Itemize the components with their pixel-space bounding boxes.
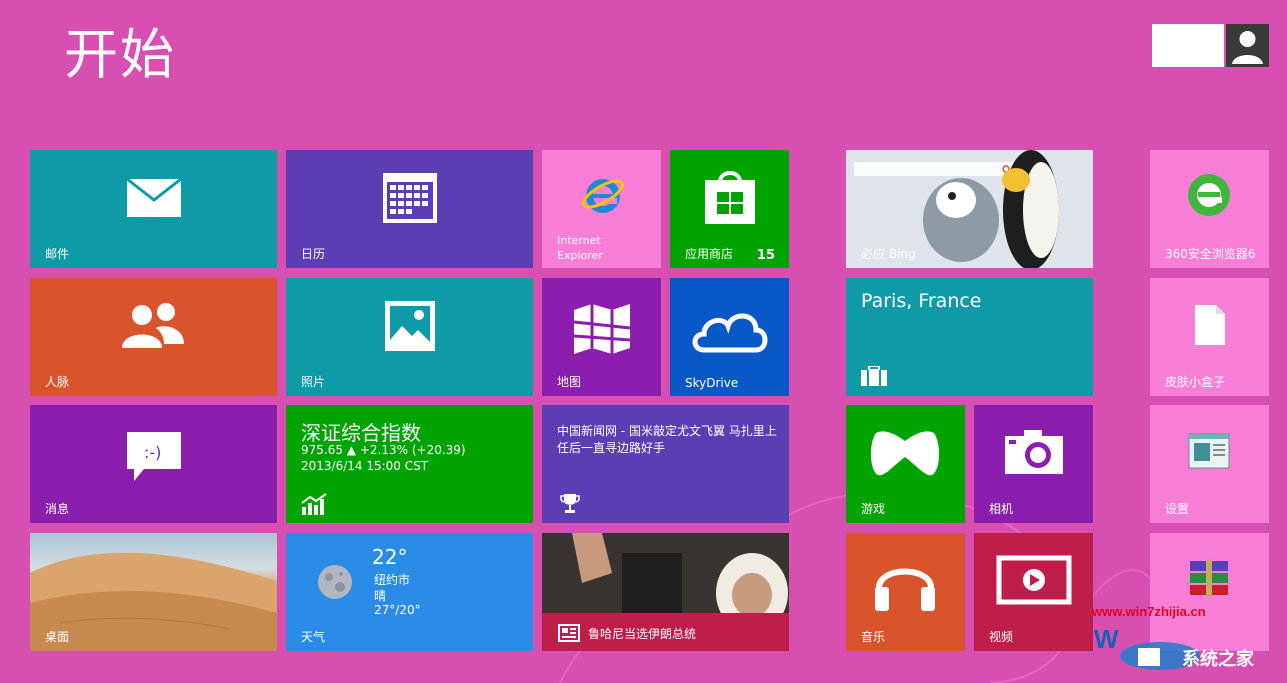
tile-news[interactable]: 中国新闻网 - 国米敲定尤文飞翼 马扎里上任后一直寻边路好手 [542, 405, 789, 523]
tile-label: 游戏 [861, 502, 886, 516]
tile-label: Internet Explorer [557, 234, 603, 262]
store-badge: 15 [756, 248, 775, 263]
moon-icon [318, 565, 352, 599]
maps-icon [573, 304, 631, 354]
people-icon [122, 303, 184, 348]
tile-video[interactable]: 视频 [974, 533, 1093, 651]
tile-label: 必应 Bing [861, 247, 916, 261]
camera-icon [1005, 430, 1063, 474]
tile-label: 地图 [557, 375, 582, 389]
finance-value: 975.65 ▲ +2.13% (+20.39) [301, 443, 466, 457]
tile-games[interactable]: 游戏 [846, 405, 965, 523]
message-icon: :-) [127, 432, 181, 481]
weather-condition: 晴 [374, 589, 387, 603]
settings-window-icon [1188, 433, 1230, 469]
finance-timestamp: 2013/6/14 15:00 CST [301, 459, 429, 473]
tile-news-photo[interactable]: 鲁哈尼当选伊朗总统 [542, 533, 789, 651]
tile-label: 应用商店 [685, 247, 734, 261]
tile-label: 设置 [1165, 502, 1190, 516]
store-icon [705, 171, 755, 224]
tile-label: 相机 [989, 502, 1014, 516]
news-headline: 中国新闻网 - 国米敲定尤文飞翼 马扎里上任后一直寻边路好手 [557, 424, 777, 455]
weather-city: 纽约市 [374, 573, 411, 587]
tile-music[interactable]: 音乐 [846, 533, 965, 651]
tile-desktop[interactable]: 桌面 [30, 533, 277, 651]
tile-label: 邮件 [45, 247, 70, 261]
mail-icon [126, 178, 182, 217]
video-icon [996, 555, 1072, 605]
tile-store[interactable]: 应用商店 15 [670, 150, 789, 268]
tile-label: 消息 [45, 502, 70, 516]
watermark-url: www.win7zhijia.cn [1092, 604, 1206, 619]
file-icon [1195, 305, 1225, 345]
user-avatar[interactable] [1226, 24, 1269, 67]
newspaper-icon [558, 624, 580, 642]
tile-camera[interactable]: 相机 [974, 405, 1093, 523]
travel-city: Paris, France [861, 290, 982, 312]
tile-weather[interactable]: 22° 纽约市 晴 27°/20° 天气 [286, 533, 533, 651]
tile-bing[interactable]: 必应 Bing [846, 150, 1093, 268]
trophy-icon [560, 494, 580, 513]
tile-label: 视频 [989, 630, 1014, 644]
news-photo-caption: 鲁哈尼当选伊朗总统 [588, 627, 697, 641]
weather-range: 27°/20° [374, 603, 421, 617]
photos-icon [385, 301, 435, 351]
start-title: 开始 [64, 23, 176, 86]
tile-finance[interactable]: 深证综合指数 975.65 ▲ +2.13% (+20.39) 2013/6/1… [286, 405, 533, 523]
tile-calendar[interactable]: 日历 [286, 150, 533, 268]
headphones-icon [875, 568, 935, 611]
tile-label: 桌面 [45, 630, 70, 644]
finance-chart-icon [301, 493, 327, 515]
tile-label: 照片 [301, 375, 326, 389]
tile-label: 日历 [301, 247, 326, 261]
tile-label: 人脉 [45, 375, 70, 389]
tile-360-browser[interactable]: 360安全浏览器6 [1150, 150, 1269, 268]
svg-text::-): :-) [144, 443, 161, 462]
xbox-icon [870, 431, 940, 476]
user-name-box[interactable] [1152, 24, 1224, 67]
finance-index-name: 深证综合指数 [301, 421, 421, 445]
internet-explorer-icon [582, 179, 624, 213]
tile-label: 360安全浏览器6 [1165, 247, 1256, 261]
svg-text:W: W [1094, 624, 1119, 654]
user-icon [1232, 31, 1263, 64]
tile-travel[interactable]: Paris, France [846, 278, 1093, 396]
tile-label: 天气 [301, 630, 326, 644]
tile-photos[interactable]: 照片 [286, 278, 533, 396]
tile-label: SkyDrive [685, 376, 739, 390]
winrar-icon [1190, 559, 1228, 597]
watermark-brand: 系统之家 [1182, 649, 1254, 670]
tile-mail[interactable]: 邮件 [30, 150, 277, 268]
tile-internet-explorer[interactable]: Internet Explorer [542, 150, 661, 268]
360-browser-icon [1188, 174, 1230, 216]
suitcase-icon [861, 366, 887, 386]
tile-settings[interactable]: 设置 [1150, 405, 1269, 523]
tile-label: 音乐 [861, 630, 886, 644]
cloud-icon [692, 313, 768, 353]
tile-messaging[interactable]: :-) 消息 [30, 405, 277, 523]
news-photo [542, 533, 789, 613]
tile-skydrive[interactable]: SkyDrive [670, 278, 789, 396]
tile-skin-box[interactable]: 皮肤小盒子 [1150, 278, 1269, 396]
tile-maps[interactable]: 地图 [542, 278, 661, 396]
calendar-icon [383, 173, 437, 223]
tile-label: 皮肤小盒子 [1165, 375, 1226, 389]
weather-temperature: 22° [372, 545, 408, 569]
tile-people[interactable]: 人脉 [30, 278, 277, 396]
